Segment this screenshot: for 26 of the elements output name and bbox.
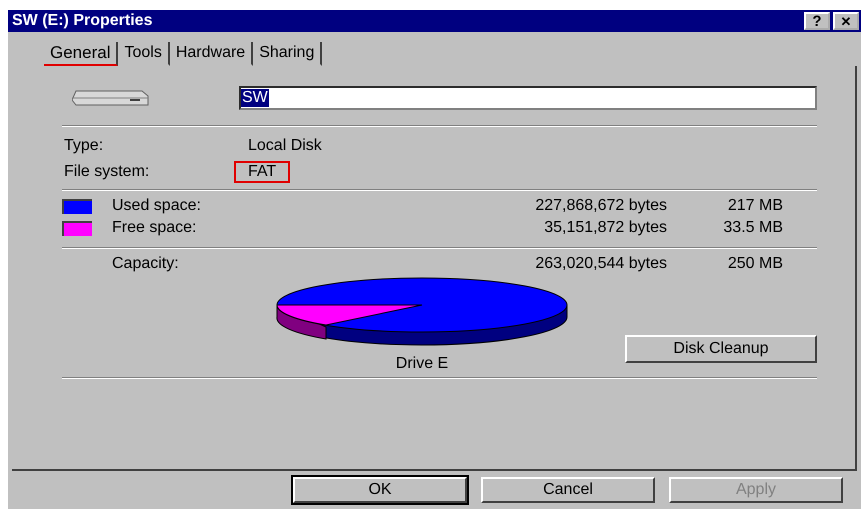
disk-cleanup-button[interactable]: Disk Cleanup xyxy=(625,335,817,363)
capacity-bytes: 263,020,544 bytes xyxy=(534,255,667,273)
help-button[interactable]: ? xyxy=(804,12,830,30)
capacity-label: Capacity: xyxy=(112,255,180,273)
tab[interactable]: Sharing xyxy=(253,42,322,66)
close-button[interactable]: ✕ xyxy=(833,12,859,30)
space-bytes: 35,151,872 bytes xyxy=(543,219,667,237)
info-value: FAT xyxy=(234,161,290,183)
info-value: Local Disk xyxy=(247,136,323,156)
capacity-size: 250 MB xyxy=(726,255,784,273)
hard-drive-icon xyxy=(72,89,150,107)
window-title: SW (E:) Properties xyxy=(12,12,152,30)
space-size: 217 MB xyxy=(726,197,784,215)
space-size: 33.5 MB xyxy=(722,219,784,237)
space-label: Used space: xyxy=(112,197,202,215)
dialog-button[interactable]: OK xyxy=(293,477,467,503)
info-label: Type: xyxy=(64,137,104,155)
pie-caption: Drive E xyxy=(396,355,448,373)
tab[interactable]: General xyxy=(44,42,118,66)
dialog-button[interactable]: Cancel xyxy=(481,477,655,503)
tab[interactable]: Tools xyxy=(118,42,170,66)
tab[interactable]: Hardware xyxy=(170,42,254,66)
name-field[interactable]: SW xyxy=(239,86,817,110)
space-bytes: 227,868,672 bytes xyxy=(534,197,667,215)
space-label: Free space: xyxy=(112,219,198,237)
info-label: File system: xyxy=(64,163,150,181)
